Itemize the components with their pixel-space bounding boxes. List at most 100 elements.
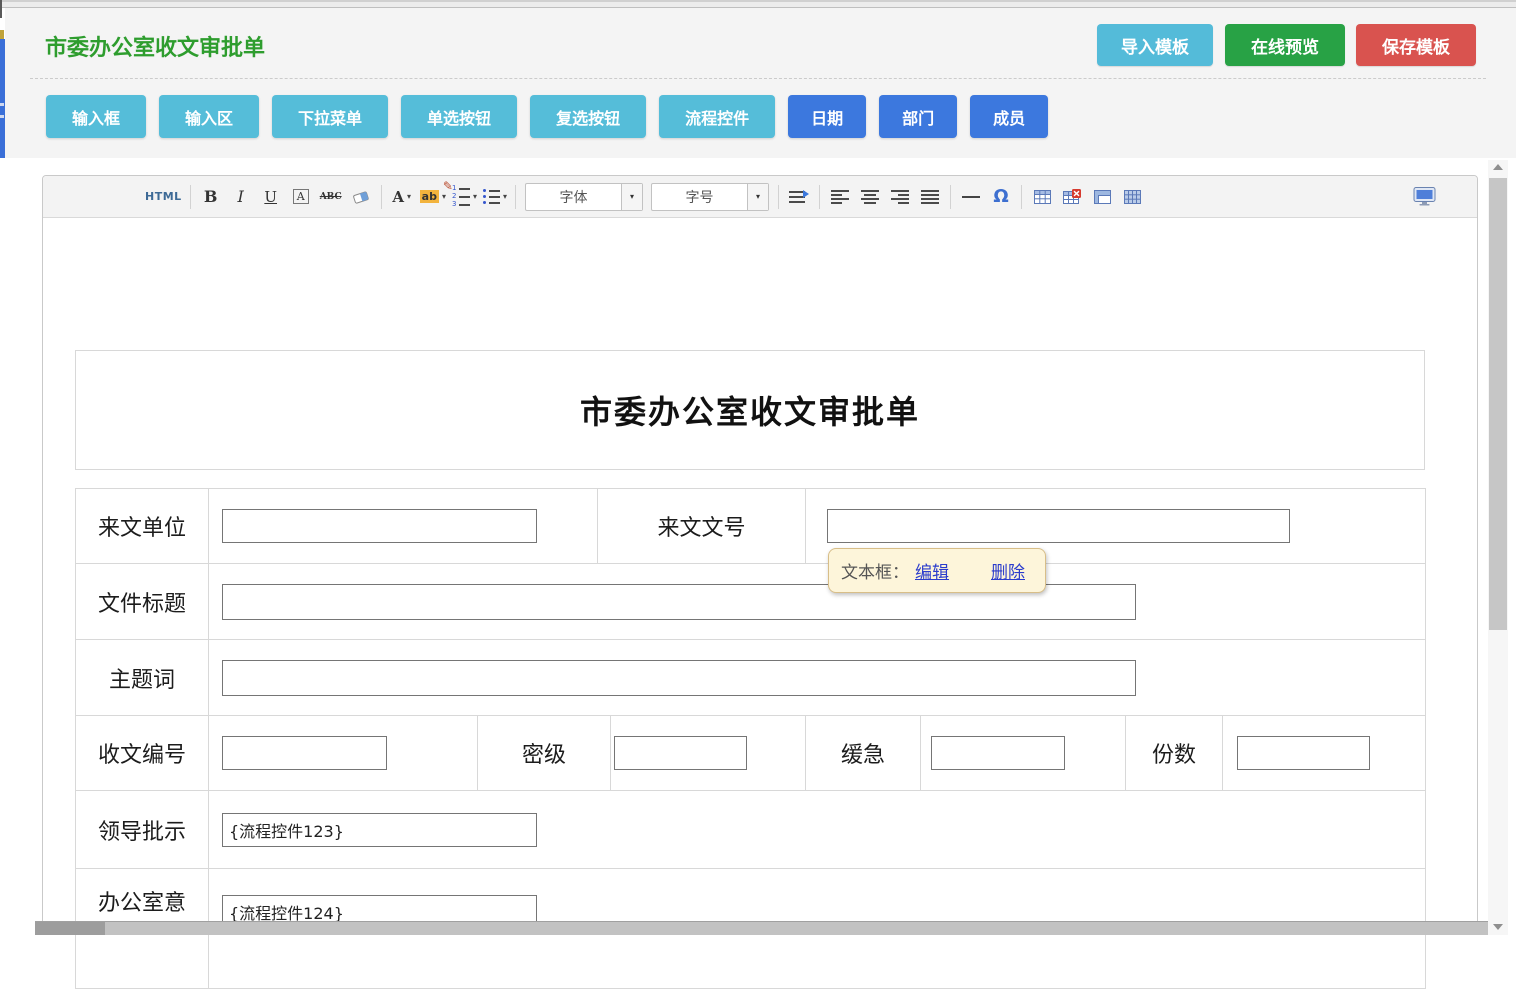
chevron-down-icon: ▾ [747,184,768,210]
fullscreen-svg [1413,187,1437,206]
align-left-icon[interactable] [828,184,852,210]
secrecy-input[interactable] [614,736,747,770]
horizontal-scrollbar-thumb[interactable] [35,922,105,935]
field-label-source-doc-no: 来文文号 [598,489,806,564]
field-label-copies: 份数 [1126,716,1223,791]
strikethrough-glyph: ABC [320,192,342,202]
widget-button-department[interactable]: 部门 [879,95,957,138]
indent-icon[interactable] [787,184,811,210]
field-label-leader-comment: 领导批示 [76,791,209,869]
vertical-scrollbar[interactable] [1488,160,1508,935]
table-properties-svg [1094,189,1111,205]
source-doc-no-input[interactable] [827,509,1290,543]
font-family-select[interactable]: 字体 ▾ [525,183,643,211]
field-cell-secrecy [611,716,806,791]
html-source-button[interactable]: HTML [145,184,182,210]
widget-button-radio[interactable]: 单选按钮 [401,95,517,138]
editor-toolbar: HTML B I U A ABC A ab✎ 字体 ▾ 字号 ▾ [43,176,1477,218]
cell-properties-icon[interactable] [1120,184,1144,210]
online-preview-button[interactable]: 在线预览 [1225,24,1345,66]
toolbar-separator [950,185,951,209]
insert-table-icon[interactable] [1030,184,1054,210]
horizontal-rule-icon[interactable] [959,184,983,210]
form-title-block: 市委办公室收文审批单 [75,350,1425,470]
delete-table-svg [1063,189,1081,205]
edge-mark [0,115,4,118]
field-cell-leader-comment [209,791,1426,869]
scroll-up-arrow-icon[interactable] [1493,164,1503,170]
widget-button-date[interactable]: 日期 [788,95,866,138]
receipt-no-input[interactable] [222,736,387,770]
align-justify-icon[interactable] [918,184,942,210]
table-row: 主题词 [76,640,1426,716]
italic-icon[interactable]: I [229,184,253,210]
font-size-select[interactable]: 字号 ▾ [651,183,769,211]
vertical-scrollbar-thumb[interactable] [1489,178,1507,630]
strikethrough-icon[interactable]: ABC [319,184,343,210]
toolbar-separator [1021,185,1022,209]
underline-icon[interactable]: U [259,184,283,210]
framed-font-glyph: A [293,189,309,204]
align-left-glyph [831,190,849,204]
tooltip-edit-link[interactable]: 编辑 [915,558,949,583]
widget-button-row: 输入框 输入区 下拉菜单 单选按钮 复选按钮 流程控件 日期 部门 成员 [46,95,1061,138]
field-label-urgency: 缓急 [806,716,921,791]
cell-properties-svg [1124,189,1141,205]
field-cell-receipt-no [209,716,478,791]
scroll-down-arrow-icon[interactable] [1488,924,1508,930]
left-edge-yellow-mark [0,30,4,39]
table-properties-icon[interactable] [1090,184,1114,210]
field-cell-keywords [209,640,1426,716]
fullscreen-icon[interactable] [1413,184,1437,210]
align-center-icon[interactable] [858,184,882,210]
leader-comment-input[interactable] [222,813,537,847]
widget-button-input-box[interactable]: 输入框 [46,95,146,138]
widget-button-input-area[interactable]: 输入区 [159,95,259,138]
window-left-edge [0,0,2,18]
table-row: 领导批示 [76,791,1426,869]
horizontal-scrollbar[interactable] [35,921,1488,935]
delete-table-icon[interactable] [1060,184,1084,210]
special-character-icon[interactable]: Ω [989,184,1013,210]
copies-input[interactable] [1237,736,1370,770]
underline-glyph: U [264,188,277,206]
form-title: 市委办公室收文审批单 [580,387,920,433]
field-label-source-unit: 来文单位 [76,489,209,564]
highlight-glyph: ab [420,190,439,203]
source-unit-input[interactable] [222,509,537,543]
unordered-list-icon[interactable] [483,184,507,210]
urgency-input[interactable] [931,736,1065,770]
font-color-glyph: A [392,188,404,206]
page-header: 市委办公室收文审批单 导入模板 在线预览 保存模板 输入框 输入区 下拉菜单 单… [5,8,1516,158]
font-color-icon[interactable]: A [390,184,414,210]
widget-button-flow-control[interactable]: 流程控件 [659,95,775,138]
font-family-value: 字体 [526,187,621,207]
form-table: 来文单位 来文文号 文件标题 主题词 收文编号 密级 缓急 份数 领导批示 办公… [75,488,1426,989]
toolbar-separator [819,185,820,209]
hr-glyph [962,196,980,198]
widget-button-dropdown-menu[interactable]: 下拉菜单 [272,95,388,138]
align-right-icon[interactable] [888,184,912,210]
toolbar-separator [381,185,382,209]
widget-button-member[interactable]: 成员 [970,95,1048,138]
framed-font-icon[interactable]: A [289,184,313,210]
insert-table-svg [1034,189,1051,205]
field-label-keywords: 主题词 [76,640,209,716]
unordered-list-glyph [483,189,500,204]
widget-button-checkbox[interactable]: 复选按钮 [530,95,646,138]
highlight-color-icon[interactable]: ab✎ [420,184,446,210]
bold-icon[interactable]: B [199,184,223,210]
ordered-list-icon[interactable] [452,184,477,210]
chevron-down-icon: ▾ [621,184,642,210]
align-justify-glyph [921,190,939,204]
keywords-input[interactable] [222,660,1136,696]
font-size-value: 字号 [652,187,747,207]
field-label-secrecy: 密级 [478,716,611,791]
italic-glyph: I [238,187,244,206]
field-cell-doc-title [209,564,1426,640]
tooltip-delete-link[interactable]: 删除 [991,558,1025,583]
save-template-button[interactable]: 保存模板 [1356,24,1476,66]
field-label-receipt-no: 收文编号 [76,716,209,791]
eraser-icon[interactable] [349,184,373,210]
import-template-button[interactable]: 导入模板 [1097,24,1213,66]
